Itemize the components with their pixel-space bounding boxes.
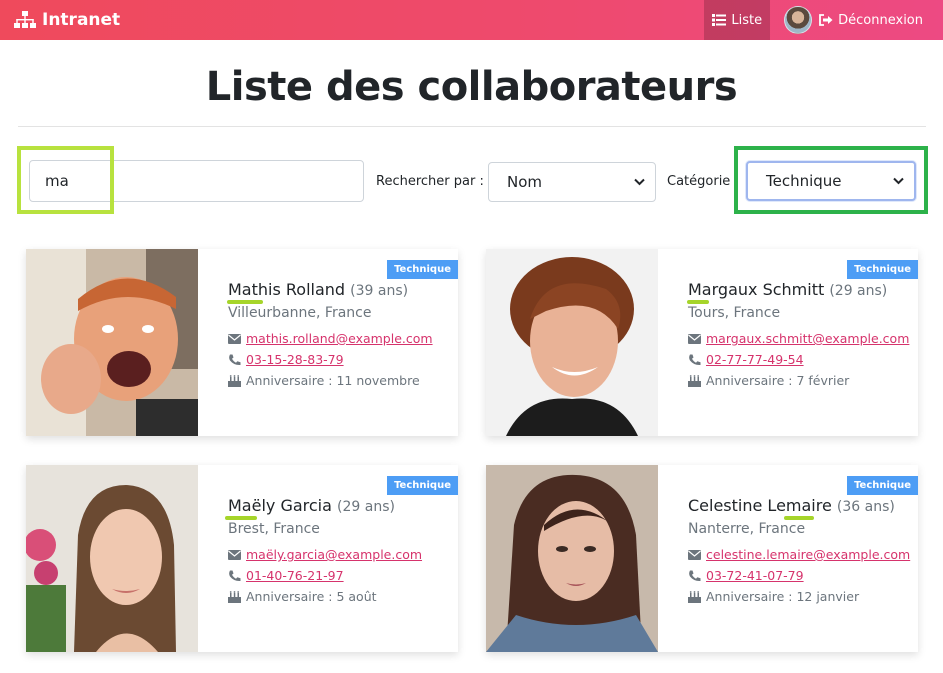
phone-icon	[689, 354, 701, 365]
employee-photo	[486, 465, 658, 652]
employee-birthday: Anniversaire : 12 janvier	[706, 589, 860, 604]
employee-card: Technique Mathis Rolland (39 ans) Villeu…	[26, 249, 458, 436]
employee-birthday: Anniversaire : 11 novembre	[246, 373, 420, 388]
envelope-icon	[688, 333, 701, 344]
brand-label: Intranet	[42, 10, 121, 30]
employee-age: (29 ans)	[337, 499, 395, 515]
match-underline	[227, 300, 263, 304]
envelope-icon	[228, 549, 241, 560]
nav-list-label: Liste	[731, 12, 763, 28]
sign-out-icon	[819, 14, 833, 26]
search-by-label: Rechercher par :	[376, 174, 484, 189]
employee-card: Technique Margaux Schmitt (29 ans) Tours…	[486, 249, 918, 436]
employee-photo	[26, 465, 198, 652]
employee-card: Technique Maëly Garcia (29 ans) Brest, F…	[26, 465, 458, 652]
employee-name: Celestine Lemaire	[688, 496, 832, 515]
phone-link[interactable]: 01-40-76-21-97	[246, 568, 344, 583]
phone-icon	[229, 354, 241, 365]
page-title: Liste des collaborateurs	[205, 64, 738, 110]
search-by-value: Nom	[507, 173, 543, 191]
email-link[interactable]: mathis.rolland@example.com	[246, 331, 433, 346]
employee-name: Mathis Rolland	[228, 280, 346, 299]
employee-card: Technique Celestine Lemaire (36 ans) Nan…	[486, 465, 918, 652]
phone-link[interactable]: 02-77-77-49-54	[706, 352, 804, 367]
category-label: Catégorie :	[667, 174, 739, 189]
employee-city: Brest, France	[228, 521, 320, 537]
envelope-icon	[228, 333, 241, 344]
title-divider	[18, 126, 926, 127]
birthday-cake-icon	[228, 590, 241, 603]
phone-link[interactable]: 03-72-41-07-79	[706, 568, 804, 583]
birthday-cake-icon	[688, 374, 701, 387]
match-underline	[225, 516, 257, 520]
logout-link[interactable]: Déconnexion	[819, 0, 943, 40]
brand-link[interactable]: Intranet	[0, 10, 120, 30]
employee-birthday: Anniversaire : 5 août	[246, 589, 377, 604]
employee-photo	[486, 249, 658, 436]
phone-icon	[689, 570, 701, 581]
email-link[interactable]: margaux.schmitt@example.com	[706, 331, 909, 346]
phone-icon	[229, 570, 241, 581]
employee-city: Tours, France	[688, 305, 781, 321]
employee-age: (29 ans)	[829, 283, 888, 299]
envelope-icon	[688, 549, 701, 560]
employee-photo	[26, 249, 198, 436]
birthday-cake-icon	[688, 590, 701, 603]
category-badge: Technique	[387, 260, 458, 279]
nav-list-link[interactable]: Liste	[704, 0, 771, 40]
user-avatar[interactable]	[784, 6, 813, 34]
email-link[interactable]: maëly.garcia@example.com	[246, 547, 422, 562]
employee-name: Maëly Garcia	[228, 496, 332, 515]
employee-age: (36 ans)	[836, 499, 895, 515]
employee-name: Margaux Schmitt	[688, 280, 825, 299]
phone-link[interactable]: 03-15-28-83-79	[246, 352, 344, 367]
list-icon	[712, 14, 727, 26]
employee-city: Nanterre, France	[688, 521, 806, 537]
logout-label: Déconnexion	[838, 12, 923, 28]
match-underline	[687, 300, 709, 304]
category-badge: Technique	[847, 260, 918, 279]
employee-birthday: Anniversaire : 7 février	[706, 373, 850, 388]
employee-age: (39 ans)	[350, 283, 409, 299]
chevron-down-icon	[634, 178, 645, 186]
category-badge: Technique	[847, 476, 918, 495]
match-underline	[784, 516, 814, 520]
search-by-select[interactable]: Nom	[488, 162, 656, 202]
category-highlight-box	[734, 146, 928, 214]
email-link[interactable]: celestine.lemaire@example.com	[706, 547, 910, 562]
search-highlight-box	[17, 146, 114, 214]
employee-city: Villeurbanne, France	[228, 305, 372, 321]
birthday-cake-icon	[228, 374, 241, 387]
category-badge: Technique	[387, 476, 458, 495]
sitemap-icon	[14, 11, 36, 28]
top-navbar: Intranet Liste Déconnexion	[0, 0, 943, 40]
